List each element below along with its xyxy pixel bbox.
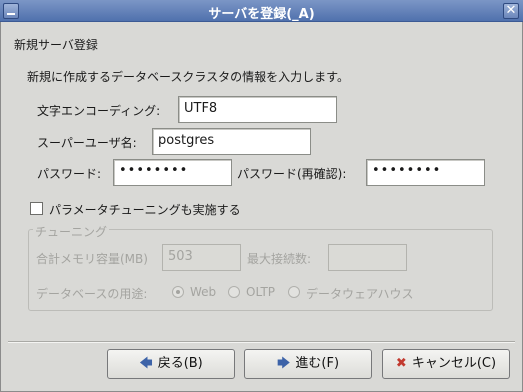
- forward-button[interactable]: 🡆 進む(F): [244, 349, 372, 379]
- memory-input[interactable]: 503: [162, 244, 241, 271]
- back-button-label: 戻る(B): [157, 356, 203, 371]
- usage-option-web[interactable]: Web: [190, 285, 216, 299]
- encoding-label: 文字エンコーディング:: [37, 104, 161, 118]
- memory-label: 合計メモリ容量(MB): [36, 252, 148, 266]
- usage-option-oltp[interactable]: OLTP: [246, 285, 275, 299]
- button-separator: [8, 341, 515, 343]
- back-button[interactable]: 🡄 戻る(B): [107, 349, 235, 379]
- close-window-button[interactable]: ✕: [503, 3, 519, 19]
- window-title: サーバを登録(_A): [208, 7, 315, 22]
- usage-option-dwh[interactable]: データウェアハウス: [306, 285, 414, 302]
- password-confirm-label: パスワード(再確認):: [237, 167, 347, 181]
- description-text: 新規に作成するデータベースクラスタの情報を入力します。: [27, 70, 349, 84]
- usage-radio-dwh[interactable]: [288, 286, 300, 298]
- max-connections-input[interactable]: [328, 244, 407, 271]
- usage-radio-oltp[interactable]: [228, 286, 240, 298]
- cancel-button[interactable]: ✖ キャンセル(C): [382, 349, 510, 379]
- encoding-input[interactable]: UTF8: [178, 96, 337, 123]
- tuning-group-label: チューニング: [33, 223, 110, 240]
- cancel-button-label: キャンセル(C): [411, 356, 497, 371]
- usage-label: データベースの用途:: [36, 287, 148, 301]
- password-confirm-input[interactable]: ••••••••: [366, 159, 485, 186]
- arrow-left-icon: 🡄: [139, 356, 153, 371]
- arrow-right-icon: 🡆: [276, 356, 291, 371]
- tuning-checkbox-label[interactable]: パラメータチューニングも実施する: [49, 201, 241, 218]
- cancel-x-icon: ✖: [395, 356, 407, 371]
- title-bar: サーバを登録(_A) ✕: [0, 0, 523, 22]
- superuser-label: スーパーユーザ名:: [37, 136, 137, 150]
- tuning-checkbox[interactable]: [30, 202, 43, 215]
- max-connections-label: 最大接続数:: [247, 252, 312, 266]
- password-input[interactable]: ••••••••: [113, 159, 232, 186]
- close-icon: ✕: [505, 3, 517, 18]
- section-title: 新規サーバ登録: [14, 38, 98, 52]
- forward-button-label: 進む(F): [295, 356, 340, 371]
- usage-radio-web[interactable]: [172, 286, 184, 298]
- password-label: パスワード:: [37, 167, 102, 181]
- superuser-input[interactable]: postgres: [152, 128, 311, 155]
